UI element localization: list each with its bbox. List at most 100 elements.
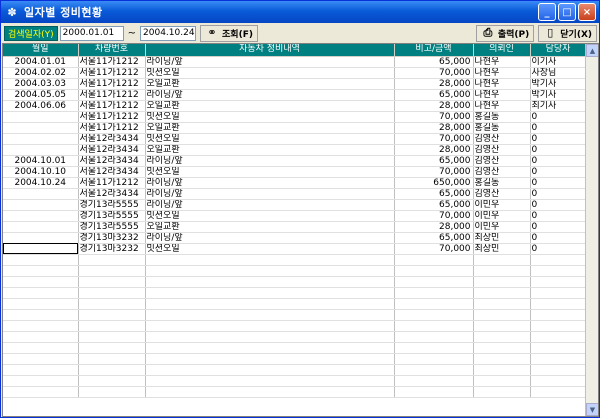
empty-row[interactable] [3, 342, 587, 354]
cell-staff[interactable] [530, 353, 587, 365]
table-row[interactable]: 서울11가1212 오일교환 28,000 홍길동 0 [3, 122, 587, 134]
cell-staff[interactable] [530, 287, 587, 299]
cell-date[interactable]: 2004.10.01 [3, 155, 79, 167]
cell-amount[interactable]: 28,000 [394, 78, 474, 90]
maintenance-grid[interactable]: 월일 차량번호 자동차 정비내역 비고/금액 의뢰인 담당자 2004.01.0… [2, 43, 599, 417]
cell-client[interactable]: 나현우 [473, 56, 531, 68]
table-row[interactable]: 경기13라5555 밋션오일 70,000 이민우 0 [3, 210, 587, 222]
date-to-input[interactable]: 2004.10.24 [140, 25, 197, 41]
cell-service[interactable] [145, 320, 395, 332]
cell-staff[interactable]: 0 [530, 155, 587, 167]
table-row[interactable]: 2004.10.01 서울12라3434 라이닝/앞 65,000 김영산 0 [3, 155, 587, 167]
cell-amount[interactable] [394, 276, 474, 288]
cell-amount[interactable] [394, 287, 474, 299]
search-date-label[interactable]: 검색일자(Y) [4, 25, 58, 41]
cell-staff[interactable] [530, 298, 587, 310]
cell-service[interactable] [145, 309, 395, 321]
cell-service[interactable]: 오일교환 [145, 122, 395, 134]
maximize-button[interactable]: □ [558, 3, 576, 21]
cell-date[interactable] [3, 243, 79, 255]
cell-service[interactable]: 라이닝/앞 [145, 89, 395, 101]
cell-amount[interactable]: 65,000 [394, 89, 474, 101]
cell-service[interactable] [145, 375, 395, 387]
cell-service[interactable]: 라이닝/앞 [145, 155, 395, 167]
cell-staff[interactable]: 0 [530, 144, 587, 156]
cell-date[interactable] [3, 188, 79, 200]
cell-staff[interactable]: 0 [530, 166, 587, 178]
cell-vehicle[interactable]: 서울12라3434 [78, 166, 146, 178]
cell-client[interactable]: 김영산 [473, 133, 531, 145]
cell-client[interactable] [473, 320, 531, 332]
empty-row[interactable] [3, 386, 587, 398]
cell-date[interactable] [3, 210, 79, 222]
col-header-client[interactable]: 의뢰인 [473, 44, 531, 57]
cell-staff[interactable]: 0 [530, 221, 587, 233]
cell-staff[interactable]: 0 [530, 122, 587, 134]
cell-staff[interactable]: 이기사 [530, 56, 587, 68]
cell-date[interactable]: 2004.02.02 [3, 67, 79, 79]
cell-service[interactable]: 오일교환 [145, 78, 395, 90]
cell-vehicle[interactable] [78, 287, 146, 299]
empty-row[interactable] [3, 309, 587, 321]
table-row[interactable]: 2004.10.10 서울12라3434 밋션오일 70,000 김영산 0 [3, 166, 587, 178]
cell-date[interactable] [3, 375, 79, 387]
cell-date[interactable] [3, 309, 79, 321]
cell-staff[interactable]: 0 [530, 243, 587, 255]
cell-date[interactable] [3, 133, 79, 145]
cell-amount[interactable]: 70,000 [394, 67, 474, 79]
cell-service[interactable]: 오일교환 [145, 144, 395, 156]
table-row[interactable]: 2004.06.06 서울11가1212 오일교환 28,000 나현우 최기사 [3, 100, 587, 112]
cell-service[interactable]: 밋션오일 [145, 111, 395, 123]
cell-staff[interactable]: 0 [530, 133, 587, 145]
cell-date[interactable] [3, 144, 79, 156]
empty-row[interactable] [3, 331, 587, 343]
table-row[interactable]: 서울11가1212 밋션오일 70,000 홍길동 0 [3, 111, 587, 123]
cell-amount[interactable] [394, 309, 474, 321]
cell-vehicle[interactable]: 경기13마3232 [78, 232, 146, 244]
cell-vehicle[interactable]: 서울11가1212 [78, 100, 146, 112]
cell-amount[interactable] [394, 364, 474, 376]
cell-date[interactable]: 2004.10.24 [3, 177, 79, 189]
cell-client[interactable]: 나현우 [473, 78, 531, 90]
cell-date[interactable] [3, 287, 79, 299]
cell-service[interactable]: 라이닝/앞 [145, 177, 395, 189]
cell-vehicle[interactable]: 서울11가1212 [78, 78, 146, 90]
cell-client[interactable] [473, 386, 531, 398]
cell-amount[interactable]: 70,000 [394, 210, 474, 222]
cell-service[interactable] [145, 265, 395, 277]
col-header-vehicle[interactable]: 차량번호 [78, 44, 146, 57]
cell-amount[interactable] [394, 386, 474, 398]
cell-date[interactable] [3, 364, 79, 376]
table-row[interactable]: 경기13라5555 라이닝/앞 65,000 이민우 0 [3, 199, 587, 211]
cell-vehicle[interactable]: 서울11가1212 [78, 177, 146, 189]
cell-staff[interactable] [530, 331, 587, 343]
cell-service[interactable]: 라이닝/앞 [145, 188, 395, 200]
cell-amount[interactable]: 28,000 [394, 122, 474, 134]
cell-staff[interactable]: 0 [530, 232, 587, 244]
cell-date[interactable]: 2004.03.03 [3, 78, 79, 90]
cell-service[interactable]: 오일교환 [145, 100, 395, 112]
cell-vehicle[interactable]: 서울11가1212 [78, 89, 146, 101]
cell-vehicle[interactable]: 서울12라3434 [78, 188, 146, 200]
cell-client[interactable] [473, 309, 531, 321]
cell-staff[interactable] [530, 254, 587, 266]
cell-service[interactable] [145, 386, 395, 398]
cell-staff[interactable]: 0 [530, 199, 587, 211]
cell-amount[interactable]: 70,000 [394, 166, 474, 178]
cell-date[interactable] [3, 298, 79, 310]
cell-amount[interactable]: 70,000 [394, 133, 474, 145]
cell-client[interactable]: 홍길동 [473, 111, 531, 123]
cell-amount[interactable]: 70,000 [394, 111, 474, 123]
cell-date[interactable] [3, 265, 79, 277]
cell-amount[interactable]: 70,000 [394, 243, 474, 255]
col-header-date[interactable]: 월일 [3, 44, 79, 57]
cell-client[interactable] [473, 254, 531, 266]
cell-amount[interactable] [394, 320, 474, 332]
table-row[interactable]: 2004.01.01 서울11가1212 라이닝/앞 65,000 나현우 이기사 [3, 56, 587, 68]
date-from-input[interactable]: 2000.01.01 [59, 25, 124, 41]
col-header-amount[interactable]: 비고/금액 [394, 44, 474, 57]
cell-vehicle[interactable] [78, 331, 146, 343]
cell-client[interactable] [473, 375, 531, 387]
cell-amount[interactable]: 65,000 [394, 188, 474, 200]
cell-amount[interactable]: 65,000 [394, 232, 474, 244]
